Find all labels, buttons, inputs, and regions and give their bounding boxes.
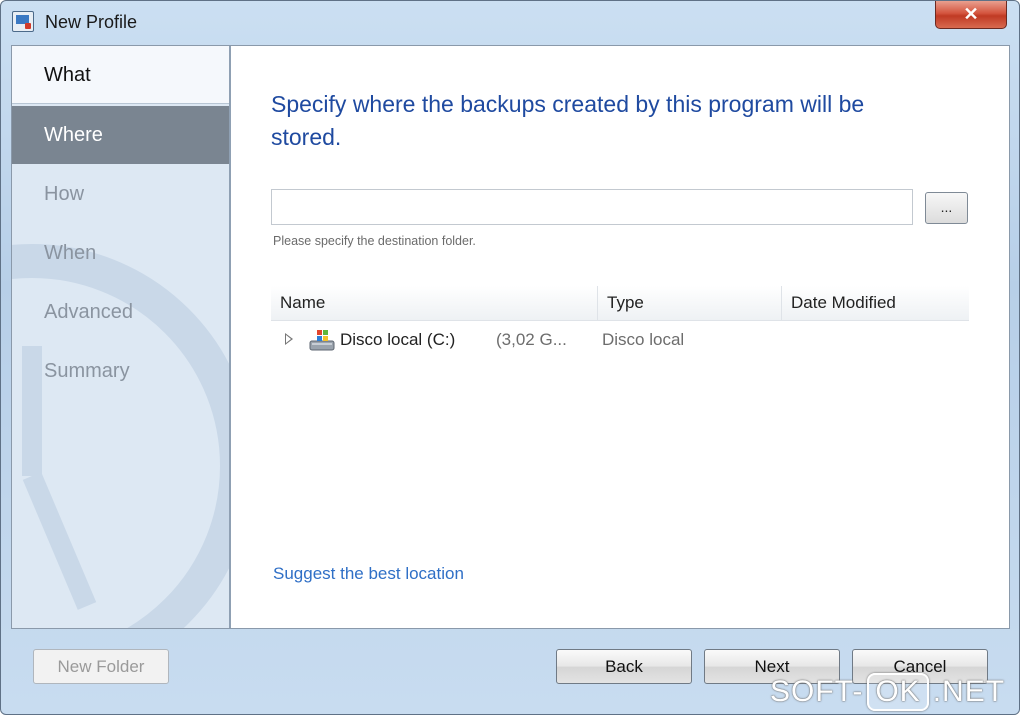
- wizard-steps-sidebar: What Where How When Advanced Summary: [12, 46, 231, 628]
- destination-hint: Please specify the destination folder.: [273, 234, 476, 248]
- drive-icon: [309, 330, 335, 351]
- step-when: When: [44, 242, 97, 264]
- folder-tree-header: Name Type Date Modified: [271, 286, 969, 321]
- window-title: New Profile: [45, 12, 138, 32]
- drive-size: (3,02 G...: [496, 330, 567, 349]
- watermark-right: .NET: [932, 675, 1006, 708]
- step-where[interactable]: Where: [12, 106, 229, 164]
- destination-folder-input[interactable]: [271, 189, 913, 225]
- drive-name: Disco local (C:): [340, 330, 456, 349]
- app-icon: [12, 11, 34, 32]
- page-heading: Specify where the backups created by thi…: [271, 91, 865, 150]
- drive-type: Disco local: [602, 330, 685, 349]
- watermark-ok: OK: [867, 673, 929, 711]
- tree-row[interactable]: Disco local (C:) (3,02 G... Disco local: [271, 324, 969, 356]
- watermark-left: SOFT-: [770, 675, 864, 708]
- step-advanced: Advanced: [44, 301, 133, 323]
- suggest-location-link[interactable]: Suggest the best location: [273, 564, 464, 584]
- column-date-modified[interactable]: Date Modified: [782, 286, 969, 320]
- site-watermark: SOFT- OK .NET: [770, 673, 1005, 711]
- step-what[interactable]: What: [12, 46, 229, 104]
- column-name[interactable]: Name: [271, 286, 598, 320]
- back-button[interactable]: Back: [556, 649, 692, 684]
- main-panel: Specify where the backups created by thi…: [231, 46, 1009, 628]
- wizard-body: What Where How When Advanced Summary Spe…: [11, 45, 1010, 629]
- close-button[interactable]: ✕: [935, 1, 1007, 29]
- column-type[interactable]: Type: [598, 286, 782, 320]
- step-how: How: [44, 183, 85, 205]
- title-bar[interactable]: New Profile ✕: [1, 1, 1019, 45]
- new-folder-button[interactable]: New Folder: [33, 649, 169, 684]
- expand-triangle-icon[interactable]: [285, 333, 293, 345]
- step-summary: Summary: [44, 360, 130, 382]
- browse-button[interactable]: ...: [925, 192, 968, 224]
- new-profile-window: New Profile ✕ What Where How When Advanc…: [0, 0, 1020, 715]
